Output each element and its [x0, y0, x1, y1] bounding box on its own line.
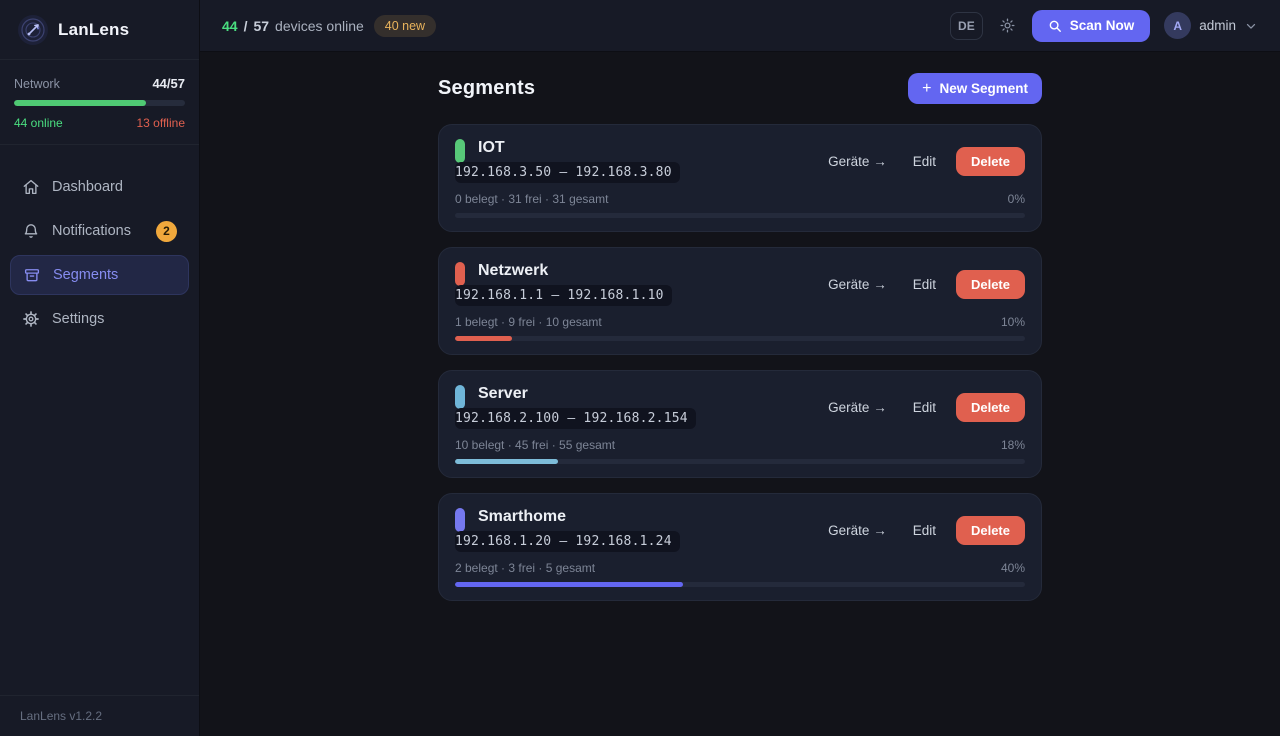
- home-icon: [23, 179, 39, 195]
- segment-list: IOT 192.168.3.50 — 192.168.3.80 Geräte →…: [438, 124, 1042, 601]
- edit-button[interactable]: Edit: [913, 400, 936, 415]
- segment-name: Smarthome: [478, 508, 567, 525]
- segment-card-iot: IOT 192.168.3.50 — 192.168.3.80 Geräte →…: [438, 124, 1042, 232]
- segment-name: Netzwerk: [478, 262, 549, 279]
- segment-usage-percent: 18%: [1000, 438, 1025, 452]
- segment-usage-percent: 0%: [1007, 192, 1025, 206]
- segment-ip-range: 192.168.1.1 — 192.168.1.10: [455, 285, 672, 306]
- segment-card-server: Server 192.168.2.100 — 192.168.2.154 Ger…: [438, 370, 1042, 478]
- scan-now-button[interactable]: Scan Now: [1031, 9, 1151, 42]
- bell-icon: [24, 224, 38, 238]
- devices-link[interactable]: Geräte →: [828, 400, 887, 415]
- main-content: Segments + New Segment IOT 192.168.3.50 …: [200, 52, 1280, 736]
- avatar: A: [1164, 12, 1192, 39]
- segment-usage-stats: 10 belegt · 45 frei · 55 gesamt: [455, 438, 616, 452]
- segment-usage-stats: 2 belegt · 3 frei · 5 gesamt: [455, 561, 596, 575]
- devices-online-count: 44: [222, 17, 238, 34]
- page-title: Segments: [438, 77, 536, 99]
- network-ratio: 44/57: [152, 76, 185, 91]
- usage-progress-fill: [455, 582, 683, 587]
- app-title: LanLens: [58, 19, 130, 39]
- devices-online-summary: 44 / 57 devices online: [222, 18, 364, 34]
- usage-progress-track: [455, 213, 1025, 218]
- sidebar-item-segments[interactable]: Segments: [10, 255, 189, 295]
- sidebar-item-dashboard[interactable]: Dashboard: [10, 167, 189, 207]
- usage-progress-fill: [455, 336, 512, 341]
- new-segment-label: New Segment: [939, 81, 1028, 96]
- usage-progress-track: [455, 336, 1025, 341]
- devices-total-count: 57: [253, 17, 270, 34]
- segment-color-pill: [455, 262, 465, 286]
- usage-progress-track: [455, 459, 1025, 464]
- segment-color-pill: [455, 508, 465, 532]
- network-progress-fill: [14, 100, 146, 106]
- edit-button[interactable]: Edit: [913, 523, 936, 538]
- segment-ip-range: 192.168.3.50 — 192.168.3.80: [455, 162, 680, 183]
- usage-progress-fill: [455, 459, 558, 464]
- offline-count: 13 offline: [136, 116, 186, 130]
- network-progress-track: [14, 100, 185, 106]
- devices-link[interactable]: Geräte →: [828, 154, 887, 169]
- sidebar: LanLens Network 44/57 44 online 13 offli…: [0, 0, 200, 736]
- topbar: 44 / 57 devices online 40 new DE Scan No…: [200, 0, 1280, 52]
- language-toggle-button[interactable]: DE: [950, 11, 983, 40]
- delete-button[interactable]: Delete: [955, 516, 1025, 545]
- segment-usage-stats: 1 belegt · 9 frei · 10 gesamt: [455, 315, 602, 329]
- sidebar-item-label: Segments: [53, 267, 119, 283]
- network-label: Network: [14, 77, 60, 91]
- delete-button[interactable]: Delete: [955, 147, 1025, 176]
- edit-button[interactable]: Edit: [913, 277, 936, 292]
- segment-ip-range: 192.168.1.20 — 192.168.1.24: [455, 531, 680, 552]
- segment-usage-stats: 0 belegt · 31 frei · 31 gesamt: [455, 192, 609, 206]
- segment-name: IOT: [478, 139, 505, 156]
- chevron-down-icon: [1246, 23, 1256, 29]
- radar-logo-icon: [18, 14, 48, 45]
- theme-toggle-button[interactable]: [997, 15, 1018, 36]
- segment-color-pill: [455, 139, 465, 163]
- sun-icon: [1000, 18, 1015, 33]
- notifications-badge: 2: [156, 220, 177, 242]
- online-count: 44 online: [14, 116, 63, 130]
- gear-icon: [23, 311, 39, 327]
- segment-usage-percent: 10%: [1000, 315, 1025, 329]
- delete-button[interactable]: Delete: [955, 393, 1025, 422]
- segment-card-netzwerk: Netzwerk 192.168.1.1 — 192.168.1.10 Gerä…: [438, 247, 1042, 355]
- edit-button[interactable]: Edit: [913, 154, 936, 169]
- user-menu[interactable]: A admin: [1164, 12, 1258, 39]
- sidebar-item-notifications[interactable]: Notifications 2: [10, 211, 189, 251]
- sidebar-item-settings[interactable]: Settings: [10, 299, 189, 339]
- segment-ip-range: 192.168.2.100 — 192.168.2.154: [455, 408, 696, 429]
- user-name: admin: [1199, 18, 1236, 33]
- segment-card-smarthome: Smarthome 192.168.1.20 — 192.168.1.24 Ge…: [438, 493, 1042, 601]
- scan-now-label: Scan Now: [1069, 18, 1135, 33]
- segment-color-pill: [455, 385, 465, 409]
- network-status-panel: Network 44/57 44 online 13 offline: [0, 60, 199, 145]
- sidebar-nav: Dashboard Notifications 2 Segments Setti…: [0, 167, 199, 339]
- devices-online-label: devices online: [275, 17, 364, 34]
- new-segment-button[interactable]: + New Segment: [908, 73, 1042, 104]
- devices-separator: /: [243, 17, 248, 34]
- segment-name: Server: [478, 385, 528, 402]
- devices-link[interactable]: Geräte →: [828, 277, 887, 292]
- plus-icon: +: [922, 79, 932, 97]
- app-logo: LanLens: [0, 0, 199, 60]
- segment-usage-percent: 40%: [1000, 561, 1025, 575]
- archive-box-icon: [24, 269, 40, 282]
- devices-link[interactable]: Geräte →: [828, 523, 887, 538]
- search-icon: [1049, 20, 1061, 32]
- sidebar-item-label: Dashboard: [52, 179, 123, 195]
- app-version: LanLens v1.2.2: [0, 695, 199, 736]
- sidebar-item-label: Settings: [52, 311, 105, 327]
- usage-progress-track: [455, 582, 1025, 587]
- delete-button[interactable]: Delete: [955, 270, 1025, 299]
- new-devices-badge: 40 new: [373, 14, 437, 37]
- sidebar-item-label: Notifications: [52, 223, 131, 239]
